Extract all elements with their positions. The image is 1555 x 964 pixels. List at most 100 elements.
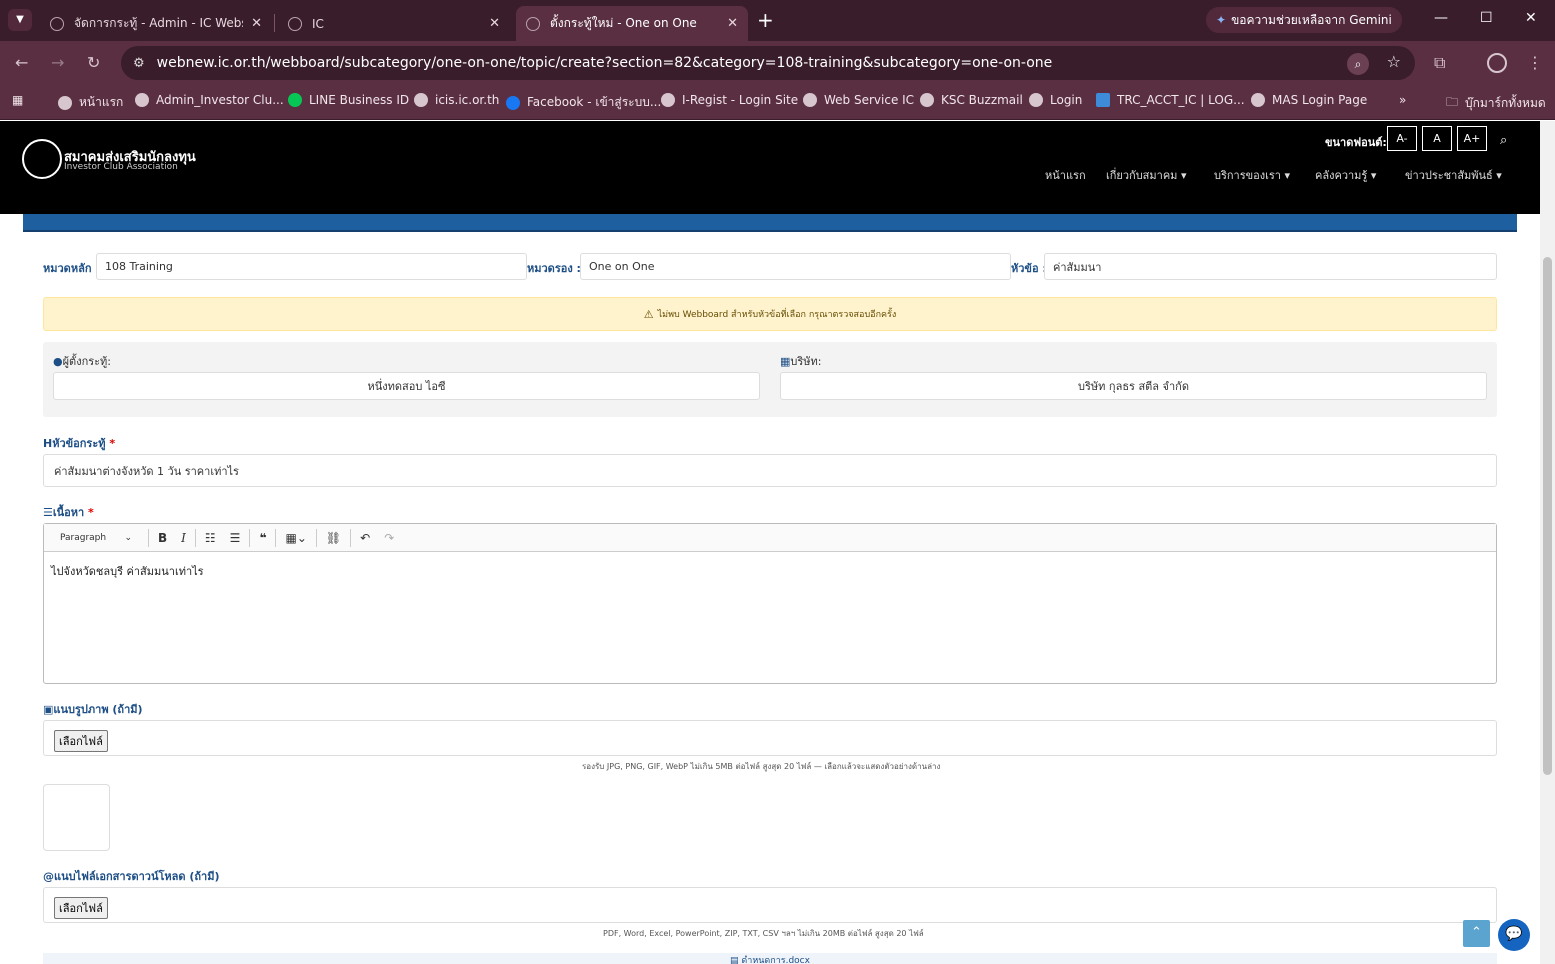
zoom-icon[interactable]: ⌕ (1347, 53, 1369, 75)
tab-ic[interactable]: IC ✕ (278, 6, 510, 41)
file-upload-field[interactable]: เลือกไฟล์ (43, 887, 1497, 923)
apps-icon[interactable]: ▦ (12, 93, 23, 107)
forward-icon[interactable]: → (51, 53, 64, 72)
font-increase-button[interactable]: A+ (1457, 126, 1487, 151)
bookmark-icon (58, 95, 72, 110)
bulleted-list-icon[interactable]: ☷ (205, 531, 216, 545)
more-bookmarks-icon[interactable]: » (1399, 93, 1406, 107)
table-icon[interactable]: ▦⌄ (285, 531, 306, 545)
bookmark-item[interactable]: Facebook - เข้าสู่ระบบ... (506, 93, 661, 112)
bookmark-label: I-Regist - Login Site (682, 93, 799, 107)
profile-avatar[interactable] (1487, 53, 1507, 73)
uploaded-document-item[interactable]: ▤ ดำหนดการ.docx (43, 953, 1497, 964)
gemini-button[interactable]: ✦ ขอความช่วยเหลือจาก Gemini (1206, 7, 1402, 33)
numbered-list-icon[interactable]: ☰ (230, 531, 241, 545)
browser-tab-bar: ▼ จัดการกระทู้ - Admin - IC Website ✕ IC… (0, 0, 1555, 41)
scroll-to-top-button[interactable]: ⌃ (1463, 920, 1490, 947)
close-window-icon[interactable]: ✕ (1525, 10, 1537, 26)
bookmark-item[interactable]: LINE Business ID (288, 93, 409, 107)
site-info-icon[interactable]: ⚙ (133, 56, 145, 71)
bookmark-label: Login (1050, 93, 1083, 107)
bookmark-item[interactable]: I-Regist - Login Site (661, 93, 798, 107)
toolbar-divider (275, 528, 277, 547)
rich-text-editor[interactable]: Paragraph ⌄ B I ☷ ☰ ❝ ▦⌄ ⛓ ↶ ↷ ไปจังหวัด… (43, 523, 1497, 684)
page-title-bar (23, 214, 1517, 232)
menu-knowledge[interactable]: คลังความรู้ ▾ (1315, 166, 1376, 184)
bookmark-item[interactable]: KSC Buzzmail (920, 93, 1023, 107)
bold-icon[interactable]: B (158, 531, 167, 545)
address-bar[interactable]: ⚙ webnew.ic.or.th/webboard/subcategory/o… (121, 46, 1415, 80)
search-icon[interactable]: ⌕ (1500, 133, 1507, 148)
url-text[interactable]: webnew.ic.or.th/webboard/subcategory/one… (157, 55, 1053, 71)
reload-icon[interactable]: ↻ (87, 53, 100, 72)
title-label-text: หัวข้อกระทู้ (52, 437, 106, 450)
warning-alert: ⚠ ไม่พบ Webboard สำหรับหัวข้อที่เลือก กร… (43, 297, 1497, 331)
minimize-icon[interactable]: — (1434, 10, 1448, 26)
font-normal-button[interactable]: A (1422, 126, 1452, 151)
file-hint: PDF, Word, Excel, PowerPoint, ZIP, TXT, … (603, 929, 924, 938)
tab-title: จัดการกระทู้ - Admin - IC Website (74, 16, 243, 30)
extensions-icon[interactable]: ⧉ (1434, 53, 1445, 73)
page-scrollbar[interactable] (1540, 121, 1555, 964)
tab-search-button[interactable]: ▼ (8, 9, 32, 31)
bookmark-item[interactable]: MAS Login Page (1251, 93, 1367, 107)
bookmark-item[interactable]: Login (1029, 93, 1082, 107)
paperclip-icon: @ (43, 870, 54, 883)
chat-icon[interactable]: 💬 (1498, 919, 1530, 951)
user-icon: ● (53, 355, 63, 368)
bookmark-label: icis.ic.or.th (435, 93, 500, 107)
tab-separator (274, 14, 275, 32)
close-tab-icon[interactable]: ✕ (251, 16, 262, 31)
toolbar-divider (148, 528, 149, 547)
caret-down-icon: ▾ (1370, 169, 1377, 182)
paragraph-dropdown[interactable]: Paragraph ⌄ (53, 533, 139, 543)
undo-icon[interactable]: ↶ (360, 531, 370, 545)
redo-icon[interactable]: ↷ (384, 531, 394, 545)
browser-toolbar: ← → ↻ ⚙ webnew.ic.or.th/webboard/subcate… (0, 41, 1555, 85)
association-logo[interactable] (22, 139, 62, 179)
topic-title-input[interactable]: ค่าสัมมนาต่างจังหวัด 1 วัน ราคาเท่าไร (43, 454, 1497, 487)
back-icon[interactable]: ← (15, 53, 28, 72)
menu-kebab-icon[interactable]: ⋮ (1527, 53, 1543, 72)
close-tab-icon[interactable]: ✕ (489, 16, 500, 31)
globe-icon (135, 93, 149, 107)
scrollbar-thumb[interactable] (1543, 257, 1552, 775)
menu-home[interactable]: หน้าแรก (1045, 166, 1086, 184)
menu-services[interactable]: บริการของเรา ▾ (1214, 166, 1290, 184)
title-label: Hหัวข้อกระทู้ * (43, 434, 115, 452)
close-tab-icon[interactable]: ✕ (727, 16, 738, 31)
blockquote-icon[interactable]: ❝ (259, 531, 266, 545)
italic-icon[interactable]: I (181, 531, 186, 545)
bookmark-star-icon[interactable]: ☆ (1387, 52, 1401, 71)
tab-admin[interactable]: จัดการกระทู้ - Admin - IC Website ✕ (40, 6, 272, 41)
maximize-icon[interactable]: ☐ (1480, 10, 1493, 26)
choose-image-button[interactable]: เลือกไฟล์ (54, 730, 108, 752)
editor-toolbar: Paragraph ⌄ B I ☷ ☰ ❝ ▦⌄ ⛓ ↶ ↷ (44, 524, 1496, 552)
warning-text: ไม่พบ Webboard สำหรับหัวข้อที่เลือก กรุณ… (657, 310, 897, 320)
image-preview-thumbnail (43, 784, 110, 851)
menu-about[interactable]: เกี่ยวกับสมาคม ▾ (1106, 166, 1186, 184)
globe-icon (661, 93, 675, 107)
bookmark-item[interactable]: icis.ic.or.th (414, 93, 499, 107)
bookmark-item[interactable]: TRC_ACCT_IC | LOG... (1096, 93, 1245, 107)
all-bookmarks[interactable]: 🗀 บุ๊กมาร์กทั้งหมด (1446, 93, 1546, 114)
image-upload-field[interactable]: เลือกไฟล์ (43, 720, 1497, 756)
link-icon[interactable]: ⛓ (326, 531, 341, 545)
bookmark-item[interactable]: Admin_Investor Clu... (135, 93, 284, 107)
file-label: @แนบไฟล์เอกสารดาวน์โหลด (ถ้ามี) (43, 867, 220, 885)
bookmark-label: LINE Business ID (309, 93, 410, 107)
caret-down-icon: ▾ (1496, 169, 1502, 182)
menu-label: คลังความรู้ (1315, 169, 1368, 182)
document-name: ดำหนดการ.docx (741, 956, 810, 964)
bookmark-item[interactable]: Web Service IC (803, 93, 914, 107)
new-tab-button[interactable]: + (757, 8, 774, 32)
toolbar-divider (249, 528, 251, 547)
tab-new-topic[interactable]: ตั้งกระทู้ใหม่ - One on One ✕ (516, 6, 748, 41)
bookmark-label: KSC Buzzmail (941, 93, 1023, 107)
bookmark-item[interactable]: หน้าแรก (58, 93, 123, 112)
font-decrease-button[interactable]: A- (1387, 126, 1417, 151)
choose-file-button[interactable]: เลือกไฟล์ (54, 897, 108, 919)
editor-content[interactable]: ไปจังหวัดชลบุรี ค่าสัมมนาเท่าไร (44, 552, 1496, 590)
menu-news[interactable]: ข่าวประชาสัมพันธ์ ▾ (1405, 166, 1502, 184)
poster-label: ●ผู้ตั้งกระทู้: (53, 352, 111, 370)
